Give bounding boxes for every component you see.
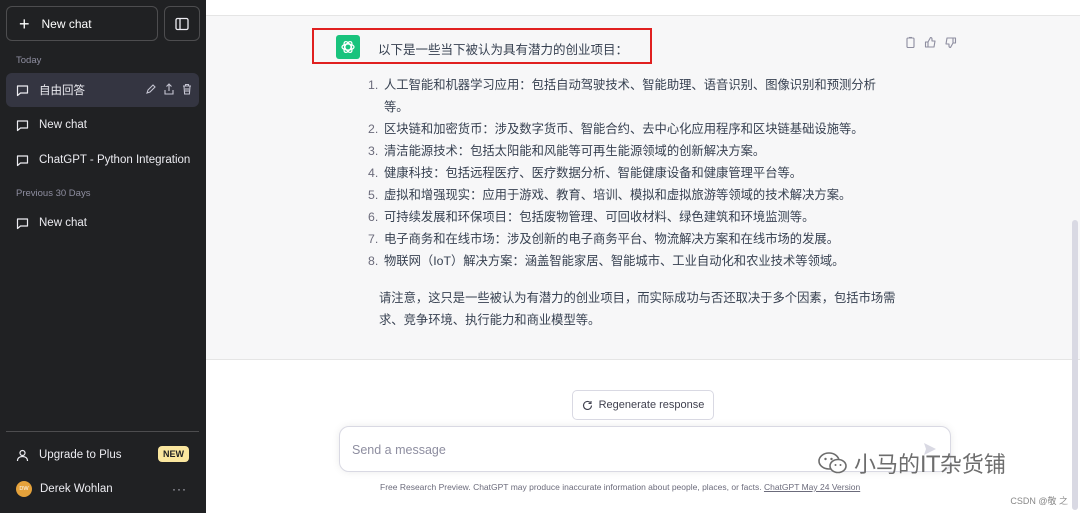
- user-menu[interactable]: DW Derek Wohlan ···: [6, 472, 199, 506]
- share-icon[interactable]: [163, 82, 175, 98]
- sidebar-toggle-icon: [175, 17, 189, 30]
- new-chat-label: New chat: [41, 16, 92, 31]
- list-text: 人工智能和机器学习应用：包括自动驾驶技术、智能助理、语音识别、图像识别和预测分析…: [384, 78, 876, 114]
- message-input[interactable]: [352, 439, 892, 461]
- answer-note: 请注意，这只是一些被认为有潜力的创业项目，而实际成功与否还取决于多个因素，包括市…: [379, 291, 896, 327]
- list-number: 1.: [368, 78, 379, 92]
- upgrade-label: Upgrade to Plus: [39, 449, 122, 461]
- list-item: 7. 电子商务和在线市场：涉及创新的电子商务平台、物流解决方案和在线市场的发展。: [368, 228, 898, 250]
- answer-list: 1. 人工智能和机器学习应用：包括自动驾驶技术、智能助理、语音识别、图像识别和预测…: [368, 74, 898, 272]
- regenerate-button[interactable]: Regenerate response: [572, 390, 714, 420]
- copy-icon[interactable]: [904, 36, 917, 54]
- thumbs-down-icon[interactable]: [944, 36, 957, 54]
- list-item: 2. 区块链和加密货币：涉及数字货币、智能合约、去中心化应用程序和区块链基础设施等…: [368, 118, 898, 140]
- list-item: 3. 清洁能源技术：包括太阳能和风能等可再生能源领域的创新解决方案。: [368, 140, 898, 162]
- list-item: 8. 物联网（IoT）解决方案：涵盖智能家居、智能城市、工业自动化和农业技术等领域…: [368, 250, 898, 272]
- csdn-watermark: CSDN @敬 之: [1010, 496, 1068, 506]
- toggle-sidebar-button[interactable]: [164, 6, 200, 41]
- list-text: 健康科技：包括远程医疗、医疗数据分析、智能健康设备和健康管理平台等。: [384, 166, 803, 180]
- list-item: 5. 虚拟和增强现实：应用于游戏、教育、培训、模拟和虚拟旅游等领域的技术解决方案。: [368, 184, 898, 206]
- refresh-icon: [582, 400, 593, 411]
- watermark-text: 小马的IT杂货铺: [854, 453, 1006, 478]
- list-text: 清洁能源技术：包括太阳能和风能等可再生能源领域的创新解决方案。: [384, 144, 766, 158]
- chat-item[interactable]: New chat: [6, 206, 199, 240]
- list-item: 6. 可持续发展和环保项目：包括废物管理、可回收材料、绿色建筑和环境监测等。: [368, 206, 898, 228]
- section-today-label: Today: [16, 55, 42, 66]
- wechat-icon: [818, 451, 848, 475]
- list-text: 电子商务和在线市场：涉及创新的电子商务平台、物流解决方案和在线市场的发展。: [384, 232, 839, 246]
- plus-icon: +: [19, 13, 30, 34]
- list-number: 4.: [368, 166, 379, 180]
- list-number: 7.: [368, 232, 379, 246]
- list-text: 物联网（IoT）解决方案：涵盖智能家居、智能城市、工业自动化和农业技术等领域。: [384, 254, 845, 268]
- version-link[interactable]: ChatGPT May 24 Version: [764, 482, 860, 492]
- new-badge: NEW: [158, 446, 189, 462]
- list-number: 2.: [368, 122, 379, 136]
- list-number: 5.: [368, 188, 379, 202]
- list-item: 1. 人工智能和机器学习应用：包括自动驾驶技术、智能助理、语音识别、图像识别和预测…: [368, 74, 898, 118]
- list-text: 虚拟和增强现实：应用于游戏、教育、培训、模拟和虚拟旅游等领域的技术解决方案。: [384, 188, 852, 202]
- user-name: Derek Wohlan: [40, 483, 113, 495]
- chat-bubble-icon: [16, 154, 29, 167]
- chat-item-label: ChatGPT - Python Integration: [39, 154, 191, 166]
- chat-bubble-icon: [16, 217, 29, 230]
- assistant-message: 以下是一些当下被认为具有潜力的创业项目： 1. 人工智能和机器学习应用：包括自动驾…: [206, 16, 1080, 360]
- list-number: 8.: [368, 254, 379, 268]
- regenerate-label: Regenerate response: [598, 399, 705, 411]
- chat-item[interactable]: ChatGPT - Python Integration: [6, 143, 199, 177]
- main-area: 以下是一些当下被认为具有潜力的创业项目： 1. 人工智能和机器学习应用：包括自动驾…: [206, 0, 1080, 513]
- new-chat-button[interactable]: + New chat: [6, 6, 158, 41]
- more-icon[interactable]: ···: [172, 482, 187, 496]
- scrollbar[interactable]: [1072, 220, 1078, 510]
- chat-item-actions: [139, 73, 193, 107]
- edit-icon[interactable]: [145, 83, 157, 98]
- thumbs-up-icon[interactable]: [924, 36, 937, 54]
- chat-item[interactable]: New chat: [6, 108, 199, 142]
- list-item: 4. 健康科技：包括远程医疗、医疗数据分析、智能健康设备和健康管理平台等。: [368, 162, 898, 184]
- chat-item-active[interactable]: 自由回答: [6, 73, 199, 107]
- chat-bubble-icon: [16, 84, 29, 97]
- list-text: 区块链和加密货币：涉及数字货币、智能合约、去中心化应用程序和区块链基础设施等。: [384, 122, 864, 136]
- chat-bubble-icon: [16, 119, 29, 132]
- watermark: 小马的IT杂货铺: [818, 447, 1006, 479]
- delete-icon[interactable]: [181, 83, 193, 98]
- chat-item-label: 自由回答: [39, 85, 85, 97]
- answer-intro: 以下是一些当下被认为具有潜力的创业项目：: [378, 43, 629, 57]
- message-actions: [904, 36, 957, 54]
- footer-disclaimer: Free Research Preview. ChatGPT may produ…: [380, 482, 860, 492]
- upgrade-button[interactable]: Upgrade to Plus NEW: [6, 438, 199, 472]
- section-previous-label: Previous 30 Days: [16, 188, 91, 199]
- list-number: 6.: [368, 210, 379, 224]
- list-number: 3.: [368, 144, 379, 158]
- chat-item-label: New chat: [39, 119, 87, 131]
- sidebar: + New chat Today 自由回答 New chat ChatGPT -…: [0, 0, 206, 513]
- chat-item-label: New chat: [39, 217, 87, 229]
- footer-text: Free Research Preview. ChatGPT may produ…: [380, 482, 762, 492]
- previous-message-strip: [206, 0, 1080, 16]
- list-text: 可持续发展和环保项目：包括废物管理、可回收材料、绿色建筑和环境监测等。: [384, 210, 815, 224]
- user-icon: [16, 449, 29, 462]
- sidebar-divider: [6, 431, 199, 432]
- avatar: DW: [16, 481, 32, 497]
